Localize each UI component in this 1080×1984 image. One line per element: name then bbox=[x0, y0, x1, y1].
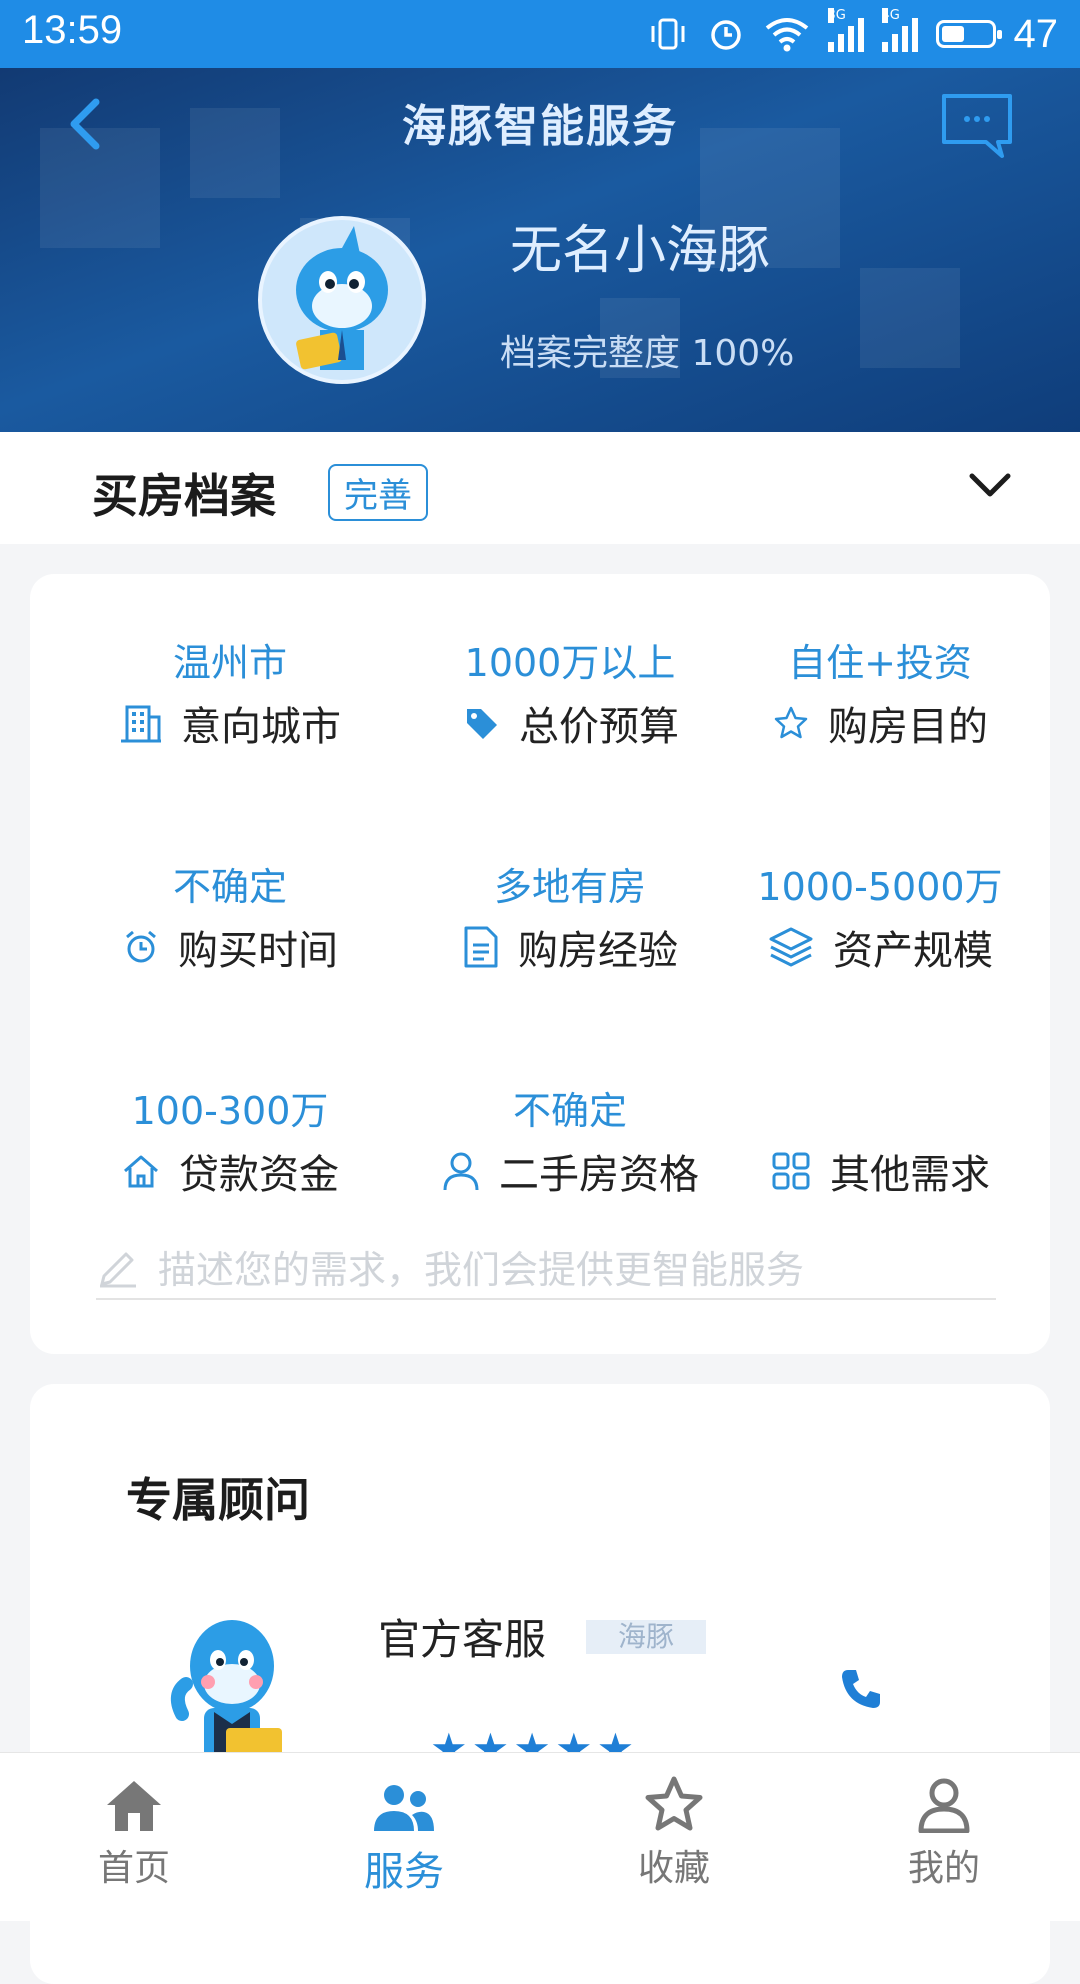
advisor-section-title: 专属顾问 bbox=[126, 1473, 310, 1527]
needs-description-input[interactable]: 描述您的需求，我们会提供更智能服务 bbox=[96, 1234, 996, 1300]
battery-icon bbox=[935, 20, 1002, 48]
alarm-clock-icon bbox=[126, 930, 156, 963]
tab-favorites[interactable]: 收藏 bbox=[574, 1767, 774, 1891]
profile-item-label: 意向城市 bbox=[181, 704, 341, 750]
status-bar: 13:59 3G 4G 47 bbox=[0, 0, 1080, 68]
profile-item-label: 二手房资格 bbox=[499, 1152, 699, 1198]
advisor-tag: 海豚 bbox=[586, 1620, 706, 1654]
profile-item-value: 1000-5000万 bbox=[757, 865, 1003, 909]
tab-label: 我的 bbox=[907, 1848, 980, 1889]
tab-label: 收藏 bbox=[637, 1848, 710, 1889]
service-icon bbox=[374, 1785, 434, 1831]
bottom-tab-bar: 首页 服务 收藏 我的 bbox=[0, 1752, 1080, 1921]
price-tag-icon bbox=[467, 709, 497, 739]
user-name: 无名小海豚 bbox=[510, 221, 771, 281]
profile-item-label: 购房目的 bbox=[828, 704, 988, 750]
profile-details-card: 温州市 意向城市 1000万以上 总价预算 自住+投资 购房目的 不确定 购买时… bbox=[30, 574, 1050, 1354]
chevron-down-icon[interactable] bbox=[966, 468, 1014, 502]
profile-item-value: 100-300万 bbox=[131, 1089, 329, 1133]
message-button[interactable] bbox=[940, 92, 1014, 162]
star-icon bbox=[774, 706, 808, 739]
page-title: 海豚智能服务 bbox=[402, 101, 678, 152]
alarm-status-icon bbox=[710, 20, 741, 50]
dolphin-mascot-icon bbox=[296, 226, 388, 370]
person-icon bbox=[443, 1152, 479, 1191]
signal-3g-icon: 3G bbox=[827, 8, 864, 52]
profile-item-value: 自住+投资 bbox=[788, 641, 972, 685]
home-icon bbox=[107, 1781, 161, 1831]
layers-icon bbox=[769, 927, 813, 967]
profile-icon bbox=[918, 1778, 970, 1833]
avatar[interactable] bbox=[258, 216, 426, 384]
status-icons: 3G 4G 47 bbox=[648, 8, 1059, 58]
profile-item-label: 贷款资金 bbox=[179, 1152, 339, 1198]
status-time: 13:59 bbox=[22, 8, 123, 52]
document-icon bbox=[464, 926, 498, 968]
profile-item-value: 不确定 bbox=[512, 1089, 627, 1133]
profile-item-label: 购买时间 bbox=[178, 928, 338, 974]
profile-item-value: 1000万以上 bbox=[464, 641, 676, 685]
tab-label: 首页 bbox=[97, 1848, 170, 1889]
profile-item-label: 总价预算 bbox=[519, 704, 679, 750]
profile-header: 海豚智能服务 无名小海豚 档案完整度 100% bbox=[0, 68, 1080, 432]
purchase-profile-bar: 买房档案 完善 bbox=[0, 432, 1080, 544]
pencil-icon bbox=[100, 1252, 136, 1288]
battery-percent: 47 bbox=[1013, 11, 1059, 56]
phone-call-button[interactable] bbox=[838, 1666, 884, 1712]
tab-home[interactable]: 首页 bbox=[34, 1767, 234, 1891]
house-icon bbox=[124, 1155, 158, 1188]
tab-service[interactable]: 服务 bbox=[304, 1767, 504, 1897]
profile-item-label: 资产规模 bbox=[833, 928, 993, 974]
building-icon bbox=[121, 705, 161, 743]
favorite-star-icon bbox=[645, 1776, 703, 1831]
profile-item-value: 多地有房 bbox=[493, 865, 646, 909]
advisor-name: 官方客服 bbox=[378, 1615, 547, 1664]
complete-profile-button[interactable]: 完善 bbox=[328, 464, 428, 521]
vibrate-icon bbox=[651, 18, 684, 50]
profile-item-value: 温州市 bbox=[172, 641, 287, 685]
profile-completeness: 档案完整度 100% bbox=[500, 333, 795, 374]
profile-item-label: 其他需求 bbox=[830, 1152, 990, 1198]
signal-4g-icon: 4G bbox=[881, 8, 918, 52]
grid-icon bbox=[772, 1152, 810, 1190]
purchase-profile-title: 买房档案 bbox=[92, 469, 276, 523]
tab-label: 服务 bbox=[364, 1849, 444, 1895]
tab-mine[interactable]: 我的 bbox=[844, 1767, 1044, 1891]
profile-item-label: 购房经验 bbox=[518, 928, 678, 974]
needs-description-placeholder: 描述您的需求，我们会提供更智能服务 bbox=[158, 1247, 805, 1292]
profile-item-value: 不确定 bbox=[172, 865, 287, 909]
wifi-icon bbox=[765, 18, 808, 52]
